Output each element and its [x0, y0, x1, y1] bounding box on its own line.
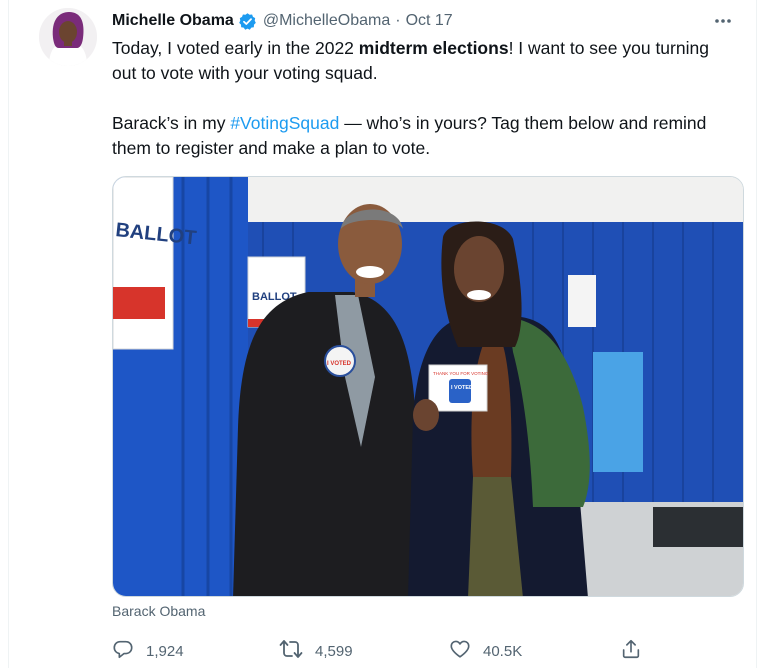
retweet-icon [279, 638, 315, 664]
retweet-button[interactable]: 4,599 [279, 638, 353, 664]
header-separator: · [395, 12, 401, 29]
reply-count: 1,924 [146, 642, 184, 660]
like-count: 40.5K [483, 642, 523, 660]
verified-badge-icon [238, 12, 257, 31]
tweet-paragraph-1: Today, I voted early in the 2022 midterm… [112, 36, 732, 86]
author-name[interactable]: Michelle Obama [112, 12, 234, 30]
tweet-paragraph-2: Barack’s in my #VotingSquad — who’s in y… [112, 111, 732, 161]
share-icon [620, 638, 654, 664]
tweet-photo[interactable]: BALLOT BALLOT I VOTED THANK YOU FOR VOTI… [112, 176, 744, 597]
more-dots-icon[interactable] [712, 10, 734, 32]
share-button[interactable] [620, 638, 654, 664]
tweet-actions-bar: 1,924 4,599 40.5K [112, 638, 652, 664]
text-segment: Today, I voted early in the 2022 [112, 38, 359, 58]
bold-text: midterm elections [358, 38, 509, 58]
reply-icon [112, 638, 146, 664]
tweet-card[interactable]: Michelle Obama @MichelleObama · Oct 17 T… [8, 0, 757, 668]
heart-icon [449, 638, 483, 664]
media-caption[interactable]: Barack Obama [112, 603, 205, 619]
author-handle[interactable]: @MichelleObama [263, 12, 390, 30]
retweet-count: 4,599 [315, 642, 353, 660]
like-button[interactable]: 40.5K [449, 638, 522, 664]
author-avatar[interactable] [39, 8, 97, 66]
reply-button[interactable]: 1,924 [112, 638, 184, 664]
tweet-header: Michelle Obama @MichelleObama · Oct 17 [112, 10, 453, 32]
photo-pin-text: I VOTED [327, 361, 352, 367]
photo-sticker-header: THANK YOU FOR VOTING [433, 371, 489, 376]
text-segment: Barack’s in my [112, 113, 231, 133]
photo-sticker-text: I VOTED [451, 385, 473, 391]
tweet-date[interactable]: Oct 17 [406, 12, 453, 30]
hashtag-link[interactable]: #VotingSquad [230, 113, 339, 133]
tweet-text: Today, I voted early in the 2022 midterm… [112, 36, 732, 161]
